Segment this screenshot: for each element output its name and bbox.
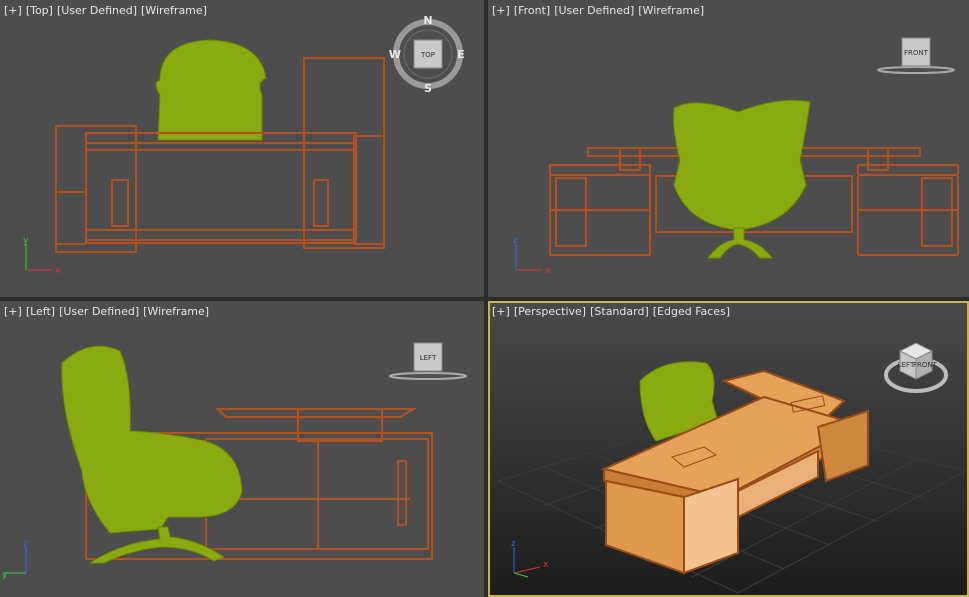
- viewcube[interactable]: LEFT FRONT: [884, 342, 948, 393]
- viewcube-face-label: FRONT: [904, 49, 929, 57]
- left-view-scene: LEFT y z: [2, 342, 467, 580]
- viewport-menu-plus[interactable]: [+]: [492, 4, 510, 17]
- perspective-view-scene: LEFT FRONT x z: [496, 342, 968, 594]
- axis-tripod: x z: [511, 539, 549, 578]
- svg-text:y: y: [23, 236, 29, 246]
- viewport-lighting[interactable]: [User Defined]: [57, 4, 137, 17]
- top-view-scene: TOP N S E W x y: [23, 14, 465, 276]
- compass-north: N: [423, 14, 432, 27]
- compass-east: E: [457, 48, 465, 61]
- viewport-label-perspective[interactable]: [+] [Perspective] [Standard] [Edged Faces]: [492, 305, 734, 318]
- svg-text:z: z: [23, 539, 28, 549]
- viewport-shading[interactable]: [Wireframe]: [141, 4, 207, 17]
- viewport-shading[interactable]: [Wireframe]: [143, 305, 209, 318]
- axis-tripod: x z: [513, 236, 551, 276]
- viewcube-face-label: LEFT: [420, 354, 437, 362]
- viewcube-face-front: FRONT: [913, 361, 938, 369]
- viewport-lighting[interactable]: [User Defined]: [554, 4, 634, 17]
- viewport-lighting[interactable]: [Standard]: [590, 305, 649, 318]
- viewport-label-front[interactable]: [+] [Front] [User Defined] [Wireframe]: [492, 4, 708, 17]
- viewport-shading[interactable]: [Edged Faces]: [653, 305, 730, 318]
- front-view-scene: FRONT x z: [513, 37, 959, 276]
- viewcube[interactable]: FRONT: [877, 37, 955, 74]
- viewcube-compass[interactable]: TOP N S E W: [389, 14, 465, 95]
- svg-text:x: x: [55, 266, 61, 276]
- viewport-top[interactable]: [+] [Top] [User Defined] [Wireframe] TOP N …: [0, 0, 484, 297]
- viewport-point-of-view[interactable]: [Top]: [26, 4, 53, 17]
- viewport-point-of-view[interactable]: [Front]: [514, 4, 550, 17]
- axis-tripod: y z: [2, 539, 28, 580]
- viewport-menu-plus[interactable]: [+]: [492, 305, 510, 318]
- svg-text:z: z: [513, 236, 518, 246]
- viewport-perspective[interactable]: [+] [Perspective] [Standard] [Edged Faces]: [488, 301, 969, 597]
- chair-wireframe: [155, 39, 267, 141]
- svg-text:x: x: [545, 266, 551, 276]
- viewport-point-of-view[interactable]: [Perspective]: [514, 305, 586, 318]
- svg-text:z: z: [511, 539, 516, 549]
- viewport-front[interactable]: [+] [Front] [User Defined] [Wireframe] FRON…: [488, 0, 969, 297]
- viewport-menu-plus[interactable]: [+]: [4, 305, 22, 318]
- compass-west: W: [389, 48, 401, 61]
- viewport-shading[interactable]: [Wireframe]: [638, 4, 704, 17]
- viewcube-face-label: TOP: [420, 51, 435, 59]
- viewport-lighting[interactable]: [User Defined]: [59, 305, 139, 318]
- svg-text:y: y: [2, 570, 8, 580]
- chair-wireframe: [673, 99, 811, 259]
- svg-text:x: x: [543, 560, 549, 570]
- compass-south: S: [424, 82, 432, 95]
- viewcube[interactable]: LEFT: [389, 342, 467, 380]
- viewport-left[interactable]: [+] [Left] [User Defined] [Wireframe] LEFT …: [0, 301, 484, 597]
- viewport-label-left[interactable]: [+] [Left] [User Defined] [Wireframe]: [4, 305, 213, 318]
- viewport-point-of-view[interactable]: [Left]: [26, 305, 55, 318]
- viewport-menu-plus[interactable]: [+]: [4, 4, 22, 17]
- chair-wireframe: [61, 345, 243, 564]
- viewport-label-top[interactable]: [+] [Top] [User Defined] [Wireframe]: [4, 4, 211, 17]
